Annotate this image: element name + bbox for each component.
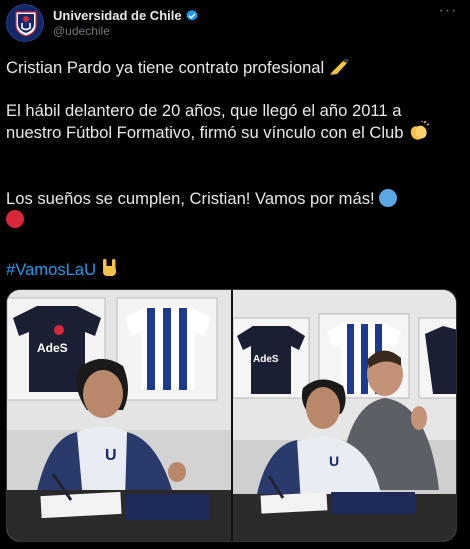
blue-circle-icon — [379, 189, 398, 207]
display-name[interactable]: Universidad de Chile — [53, 8, 182, 23]
verified-badge-icon — [185, 9, 198, 21]
tweet-media-grid[interactable]: AdeS U AdeS U — [6, 289, 457, 542]
tweet-sentence-1: Cristian Pardo ya tiene contrato profesi… — [6, 58, 325, 77]
rock-on-hand-icon — [101, 258, 119, 283]
tweet-text-line-1: Cristian Pardo ya tiene contrato profesi… — [6, 57, 461, 81]
tweet-card[interactable]: Universidad de Chile @udechile ··· Crist… — [0, 0, 470, 549]
writing-hand-icon — [329, 58, 351, 81]
hashtag-link[interactable]: #VamosLaU — [6, 260, 96, 279]
tweet-sentence-3: Los sueños se cumplen, Cristian! Vamos p… — [6, 189, 375, 208]
photo-signing-solo[interactable]: AdeS U — [7, 290, 231, 541]
shirt-sponsor-text-2: AdeS — [253, 354, 279, 365]
more-options-icon[interactable]: ··· — [436, 3, 460, 24]
hashtag-line: #VamosLaU — [6, 258, 461, 283]
tweet-text-line-3: Los sueños se cumplen, Cristian! Vamos p… — [6, 188, 461, 230]
handle[interactable]: @udechile — [53, 24, 110, 38]
tweet-text-line-2: El hábil delantero de 20 años, que llegó… — [6, 100, 461, 146]
shirt-sponsor-text: AdeS — [37, 341, 68, 355]
tweet-sentence-2: El hábil delantero de 20 años, que llegó… — [6, 101, 404, 142]
clapping-hands-icon — [408, 120, 430, 146]
red-circle-icon — [6, 210, 24, 228]
avatar[interactable] — [6, 4, 44, 42]
svg-text:U: U — [105, 447, 117, 464]
photo-signing-with-coach[interactable]: AdeS U — [233, 290, 456, 541]
club-crest-icon — [15, 11, 37, 37]
author-name-row[interactable]: Universidad de Chile — [53, 7, 199, 24]
svg-text:U: U — [329, 453, 339, 469]
